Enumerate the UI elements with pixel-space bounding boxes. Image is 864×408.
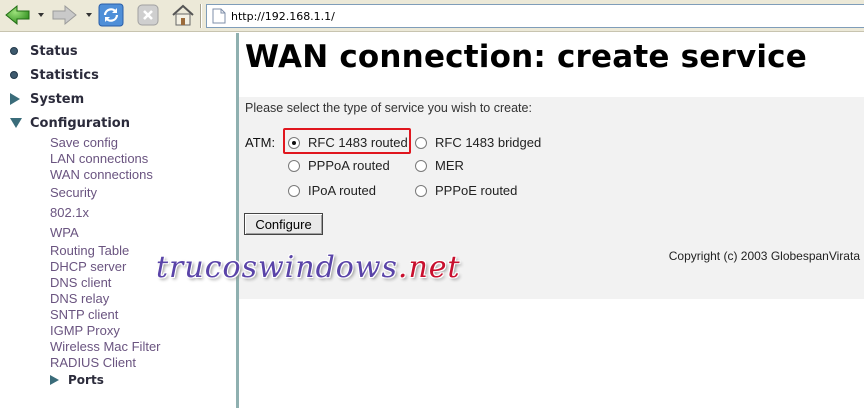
watermark-main: trucoswindows	[156, 250, 398, 285]
option-rfc1483-bridged[interactable]: RFC 1483 bridged	[415, 135, 541, 150]
forward-dropdown-icon[interactable]	[86, 13, 92, 17]
sidebar-subitem-dhcp-server[interactable]: DHCP server	[50, 259, 126, 274]
triangle-down-icon	[10, 118, 30, 128]
sidebar-item-label: Status	[30, 43, 78, 59]
sidebar-subitem-wpa[interactable]: WPA	[50, 225, 79, 240]
option-label: PPPoE routed	[435, 183, 518, 198]
main-content: WAN connection: create service Please se…	[239, 33, 864, 408]
radio-icon[interactable]	[415, 184, 427, 197]
refresh-icon	[98, 3, 124, 27]
copyright-text: Copyright (c) 2003 GlobespanVirata	[668, 249, 860, 263]
sidebar-item-configuration[interactable]: Configuration	[10, 113, 130, 133]
sidebar-item-statistics[interactable]: Statistics	[10, 65, 99, 85]
sidebar-subitem-radius-client[interactable]: RADIUS Client	[50, 355, 136, 370]
browser-toolbar: http://192.168.1.1/	[0, 0, 864, 32]
option-label: RFC 1483 routed	[308, 135, 408, 150]
home-icon	[172, 4, 194, 26]
sidebar-item-system[interactable]: System	[10, 89, 84, 109]
sidebar-subitem-wireless-mac-filter[interactable]: Wireless Mac Filter	[50, 339, 161, 354]
option-label: MER	[435, 158, 464, 173]
sidebar-subitem-dns-client[interactable]: DNS client	[50, 275, 111, 290]
sidebar-subitem-8021x[interactable]: 802.1x	[50, 205, 89, 220]
watermark-suffix: .net	[397, 250, 461, 285]
option-label: IPoA routed	[308, 183, 376, 198]
bullet-dot-icon	[10, 71, 30, 79]
configure-button[interactable]: Configure	[244, 213, 323, 235]
option-pppoe-routed[interactable]: PPPoE routed	[415, 183, 517, 198]
triangle-right-icon	[50, 375, 59, 385]
sidebar-nav: Status Statistics System Configuration S…	[0, 33, 236, 408]
refresh-button[interactable]	[98, 3, 124, 27]
back-arrow-icon	[5, 4, 30, 26]
stop-button[interactable]	[136, 3, 160, 27]
instruction-text: Please select the type of service you wi…	[245, 101, 532, 115]
sidebar-item-label: Ports	[68, 373, 104, 387]
sidebar-subitem-igmp-proxy[interactable]: IGMP Proxy	[50, 323, 120, 338]
triangle-right-icon	[10, 93, 30, 105]
radio-icon[interactable]	[415, 159, 427, 172]
option-mer[interactable]: MER	[415, 158, 464, 173]
page-icon	[212, 8, 226, 24]
sidebar-subitem-dns-relay[interactable]: DNS relay	[50, 291, 109, 306]
option-label: RFC 1483 bridged	[435, 135, 542, 150]
sidebar-subitem-routing-table[interactable]: Routing Table	[50, 243, 129, 258]
sidebar-subitem-security[interactable]: Security	[50, 185, 97, 200]
page-title: WAN connection: create service	[245, 39, 807, 75]
address-text: http://192.168.1.1/	[231, 10, 335, 23]
home-button[interactable]	[170, 3, 196, 27]
sidebar-subitem-sntp-client[interactable]: SNTP client	[50, 307, 118, 322]
sidebar-subitem-save-config[interactable]: Save config	[50, 135, 118, 150]
back-button[interactable]	[4, 3, 32, 27]
option-ipoa-routed[interactable]: IPoA routed	[288, 183, 376, 198]
sidebar-subitem-lan-connections[interactable]: LAN connections	[50, 151, 148, 166]
sidebar-item-label: System	[30, 91, 85, 107]
sidebar-item-status[interactable]: Status	[10, 41, 78, 61]
back-dropdown-icon[interactable]	[38, 13, 44, 17]
sidebar-item-label: Configuration	[30, 115, 130, 131]
option-rfc1483-routed[interactable]: RFC 1483 routed	[288, 135, 408, 150]
forward-arrow-icon	[52, 4, 77, 26]
toolbar-separator	[200, 4, 202, 28]
bullet-dot-icon	[10, 47, 30, 55]
stop-icon	[137, 4, 159, 26]
sidebar-subitem-wan-connections[interactable]: WAN connections	[50, 167, 153, 182]
sidebar-item-ports[interactable]: Ports	[50, 373, 104, 387]
sidebar-item-label: Statistics	[30, 67, 99, 83]
radio-icon[interactable]	[415, 136, 427, 149]
radio-checked-icon[interactable]	[288, 136, 300, 149]
option-label: PPPoA routed	[308, 158, 390, 173]
option-pppoa-routed[interactable]: PPPoA routed	[288, 158, 390, 173]
watermark: trucoswindows.net	[156, 250, 461, 285]
atm-label: ATM:	[245, 135, 276, 150]
radio-icon[interactable]	[288, 184, 300, 197]
forward-button[interactable]	[50, 3, 78, 27]
address-bar[interactable]: http://192.168.1.1/	[206, 4, 864, 28]
radio-icon[interactable]	[288, 159, 300, 172]
